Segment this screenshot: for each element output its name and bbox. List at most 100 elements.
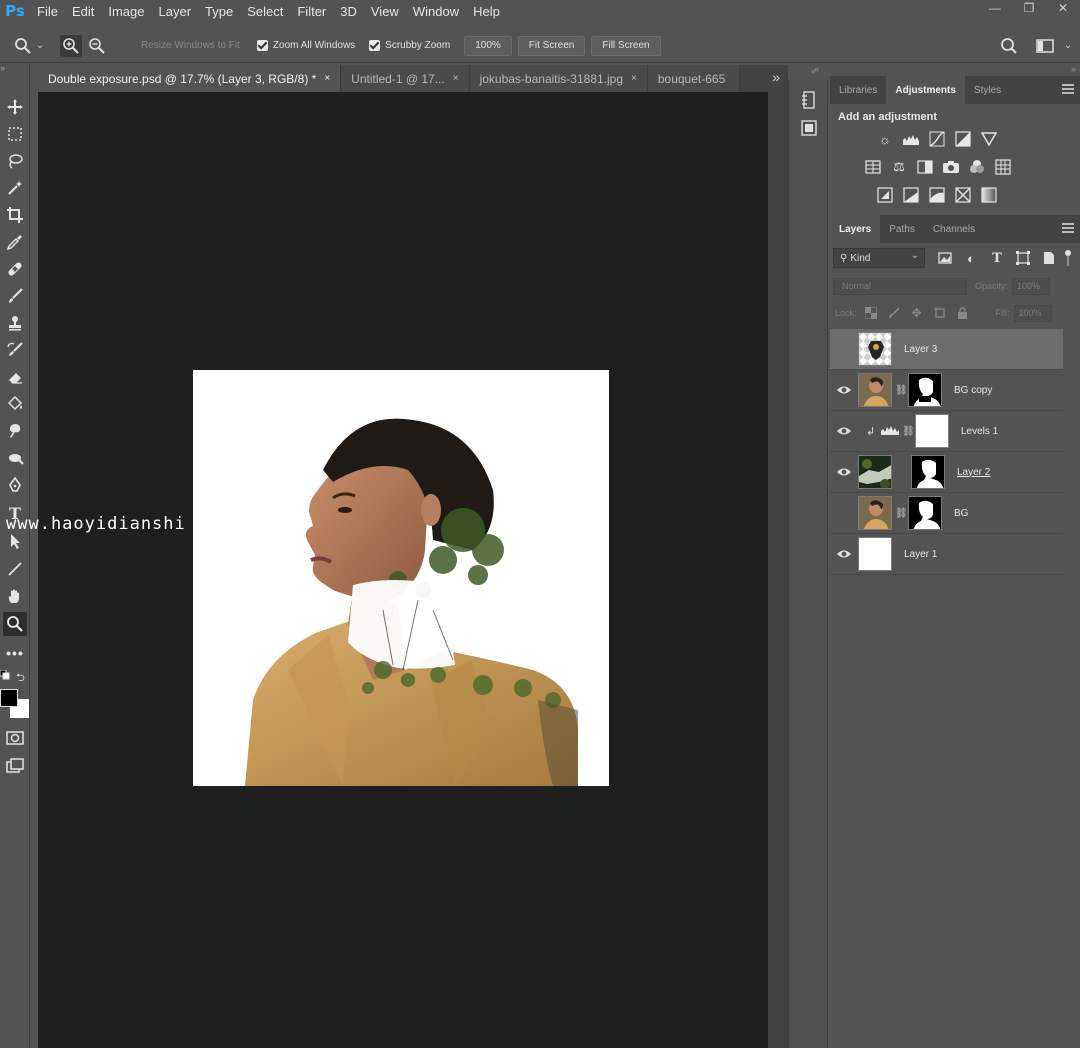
brush-tool-icon[interactable] bbox=[3, 284, 27, 308]
chevron-down-icon[interactable]: ⌄ bbox=[1062, 35, 1074, 57]
quick-mask-icon[interactable] bbox=[3, 726, 27, 750]
lock-pixels-icon[interactable] bbox=[885, 304, 903, 322]
close-window-button[interactable]: ✕ bbox=[1046, 0, 1080, 16]
workspace-icon[interactable] bbox=[1034, 35, 1056, 57]
tab-libraries[interactable]: Libraries bbox=[830, 76, 886, 104]
move-tool-icon[interactable] bbox=[3, 95, 27, 119]
history-panel-icon[interactable] bbox=[799, 90, 819, 110]
black-white-icon[interactable] bbox=[916, 158, 934, 176]
color-lookup-icon[interactable] bbox=[994, 158, 1012, 176]
zoom-out-icon[interactable] bbox=[86, 35, 108, 57]
canvas-scrollbar[interactable] bbox=[768, 92, 788, 1048]
zoom-in-icon[interactable] bbox=[60, 34, 82, 57]
color-balance-icon[interactable]: ⚖ bbox=[890, 158, 908, 176]
tab-adjustments[interactable]: Adjustments bbox=[886, 76, 965, 104]
tab-channels[interactable]: Channels bbox=[924, 215, 984, 243]
swap-colors-icon[interactable]: ⮌ bbox=[16, 669, 28, 684]
screen-mode-icon[interactable] bbox=[3, 754, 27, 778]
pixel-filter-icon[interactable] bbox=[935, 248, 955, 268]
threshold-icon[interactable] bbox=[928, 186, 946, 204]
zoom-all-windows-checkbox[interactable]: Zoom All Windows bbox=[256, 40, 355, 51]
channel-mixer-icon[interactable] bbox=[968, 158, 986, 176]
layer-row-levels-1[interactable]: ↲ ⛓ Levels 1 bbox=[830, 411, 1063, 452]
canvas-area[interactable] bbox=[38, 92, 768, 1048]
exposure-icon[interactable] bbox=[954, 130, 972, 148]
menu-file[interactable]: File bbox=[30, 4, 65, 19]
layer-mask-thumbnail[interactable] bbox=[908, 496, 942, 530]
tab-bouquet[interactable]: bouquet-665 bbox=[647, 65, 740, 92]
eraser-tool-icon[interactable] bbox=[3, 365, 27, 389]
history-brush-tool-icon[interactable] bbox=[3, 338, 27, 362]
hand-tool-icon[interactable] bbox=[3, 584, 27, 608]
photo-filter-icon[interactable] bbox=[942, 158, 960, 176]
opacity-input[interactable]: 100% bbox=[1012, 277, 1051, 295]
tab-styles[interactable]: Styles bbox=[965, 76, 1010, 104]
chain-link-icon[interactable]: ⛓ bbox=[902, 426, 915, 437]
menu-view[interactable]: View bbox=[364, 4, 406, 19]
close-icon[interactable]: × bbox=[631, 73, 637, 84]
lock-artboard-icon[interactable] bbox=[931, 304, 949, 322]
adjustment-filter-icon[interactable]: ◐ bbox=[961, 248, 981, 268]
menu-layer[interactable]: Layer bbox=[152, 4, 199, 19]
menu-edit[interactable]: Edit bbox=[65, 4, 101, 19]
blend-mode-select[interactable]: Normal bbox=[833, 277, 967, 295]
panel-menu-icon[interactable] bbox=[1062, 84, 1074, 94]
close-icon[interactable]: × bbox=[324, 73, 330, 84]
visibility-toggle[interactable] bbox=[830, 329, 858, 370]
default-colors-icon[interactable] bbox=[0, 669, 10, 680]
tab-untitled-1[interactable]: Untitled-1 @ 17... × bbox=[341, 65, 470, 92]
layer-row-layer-3[interactable]: Layer 3 bbox=[830, 329, 1063, 370]
brightness-contrast-icon[interactable]: ☼ bbox=[876, 130, 894, 148]
menu-image[interactable]: Image bbox=[101, 4, 151, 19]
collapse-arrows-icon[interactable]: » bbox=[0, 63, 5, 73]
document-canvas[interactable] bbox=[193, 370, 609, 786]
menu-3d[interactable]: 3D bbox=[333, 4, 364, 19]
curves-icon[interactable] bbox=[928, 130, 946, 148]
lock-position-icon[interactable]: ✥ bbox=[908, 304, 926, 322]
marquee-tool-icon[interactable] bbox=[3, 122, 27, 146]
clone-stamp-tool-icon[interactable] bbox=[3, 311, 27, 335]
gradient-map-icon[interactable] bbox=[980, 186, 998, 204]
more-tools-icon[interactable]: ••• bbox=[3, 641, 27, 665]
layer-row-bg[interactable]: ⛓ BG bbox=[830, 493, 1063, 534]
close-icon[interactable]: × bbox=[453, 73, 459, 84]
foreground-color-swatch[interactable] bbox=[0, 689, 18, 707]
panel-menu-icon[interactable] bbox=[1062, 223, 1074, 233]
zoom-tool-preset-icon[interactable] bbox=[12, 35, 34, 57]
fill-screen-button[interactable]: Fill Screen bbox=[591, 35, 661, 56]
paint-bucket-tool-icon[interactable] bbox=[3, 392, 27, 416]
zoom-100-button[interactable]: 100% bbox=[464, 35, 512, 56]
visibility-toggle[interactable] bbox=[830, 493, 858, 534]
chain-link-icon[interactable]: ⛓ bbox=[895, 508, 908, 519]
vibrance-icon[interactable] bbox=[980, 130, 998, 148]
kind-filter-select[interactable]: ⚲ Kind bbox=[833, 248, 925, 268]
eye-icon[interactable] bbox=[830, 411, 858, 452]
eye-icon[interactable] bbox=[830, 534, 858, 575]
zoom-tool-icon[interactable] bbox=[3, 612, 27, 636]
dodge-tool-icon[interactable] bbox=[3, 446, 27, 470]
selective-color-icon[interactable] bbox=[954, 186, 972, 204]
crop-tool-icon[interactable] bbox=[3, 203, 27, 227]
healing-brush-tool-icon[interactable] bbox=[3, 257, 27, 281]
layer-row-layer-2[interactable]: Layer 2 bbox=[830, 452, 1063, 493]
tab-overflow-icon[interactable]: » bbox=[772, 69, 780, 85]
tab-double-exposure[interactable]: Double exposure.psd @ 17.7% (Layer 3, RG… bbox=[38, 65, 342, 92]
menu-select[interactable]: Select bbox=[240, 4, 290, 19]
type-filter-icon[interactable]: T bbox=[987, 248, 1007, 268]
menu-help[interactable]: Help bbox=[466, 4, 507, 19]
filter-toggle[interactable] bbox=[1065, 250, 1071, 266]
fit-screen-button[interactable]: Fit Screen bbox=[517, 35, 586, 56]
chevron-down-icon[interactable]: ⌄ bbox=[34, 35, 46, 57]
magic-wand-tool-icon[interactable] bbox=[3, 176, 27, 200]
layer-row-layer-1[interactable]: Layer 1 bbox=[830, 534, 1063, 575]
pen-tool-icon[interactable] bbox=[3, 473, 27, 497]
tab-jokubas-banaitis[interactable]: jokubas-banaitis-31881.jpg × bbox=[469, 65, 648, 92]
eyedropper-tool-icon[interactable] bbox=[3, 230, 27, 254]
search-icon[interactable] bbox=[998, 35, 1020, 57]
collapse-arrows-icon[interactable]: » bbox=[1071, 64, 1076, 74]
blur-tool-icon[interactable] bbox=[3, 419, 27, 443]
menu-filter[interactable]: Filter bbox=[290, 4, 333, 19]
menu-window[interactable]: Window bbox=[406, 4, 466, 19]
fill-input[interactable]: 100% bbox=[1013, 304, 1052, 322]
layer-row-bg-copy[interactable]: ⛓ BG copy bbox=[830, 370, 1063, 411]
